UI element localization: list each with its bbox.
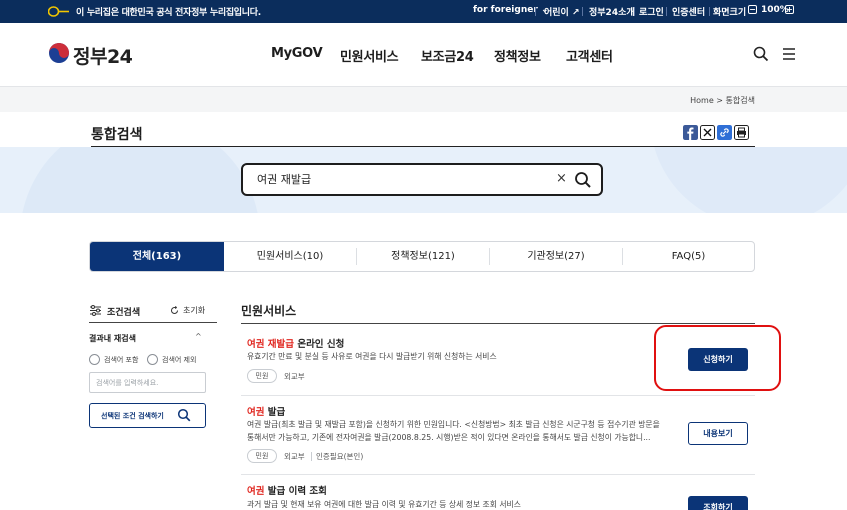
page-title: 통합검색	[91, 127, 143, 143]
reset-button[interactable]: 초기화	[183, 305, 205, 316]
result-tabs: 전체(163) 민원서비스(10) 정책정보(121) 기관정보(27) FAQ…	[89, 241, 755, 272]
divider	[709, 7, 710, 16]
title-highlight: 여권	[247, 407, 265, 418]
type-chip: 민원	[247, 449, 277, 463]
filter-sliders-icon	[90, 305, 101, 316]
breadcrumb-current: 통합검색	[725, 96, 755, 105]
gov-banner-text: 이 누리집은 대한민국 공식 전자정부 누리집입니다.	[76, 8, 261, 18]
result-description: 과거 발급 및 현재 보유 여권에 대한 발급 이력 및 유효기간 등 상세 정…	[247, 500, 521, 509]
radio-include[interactable]	[89, 354, 100, 365]
inquiry-button[interactable]: 조회하기	[688, 496, 748, 510]
result-divider	[241, 474, 755, 475]
print-icon[interactable]	[734, 125, 749, 140]
agency: 외교부	[284, 372, 305, 381]
re-search-label: 결과내 재검색	[89, 334, 136, 343]
tab-faq[interactable]: FAQ(5)	[623, 242, 754, 271]
divider	[582, 7, 583, 16]
radio-include-label[interactable]: 검색어 포함	[104, 355, 138, 365]
title-highlight: 여권 재발급	[247, 339, 295, 350]
search-input[interactable]	[257, 172, 547, 185]
result-title[interactable]: 여권 발급 이력 조회	[247, 483, 327, 497]
auth-required: 인증필요(본인)	[316, 452, 364, 461]
taeguk-gov-icon	[48, 6, 69, 17]
for-foreigner-link[interactable]: for foreigner ⌄	[473, 5, 548, 15]
search-box: ×	[241, 163, 603, 196]
re-search-input[interactable]	[89, 372, 206, 393]
breadcrumb-separator: >	[716, 96, 723, 105]
link-copy-icon[interactable]	[717, 125, 732, 140]
facebook-icon[interactable]	[683, 125, 698, 140]
nav-policy-info[interactable]: 정책정보	[494, 46, 541, 65]
nav-customer-center[interactable]: 고객센터	[566, 46, 613, 65]
divider	[535, 7, 536, 16]
breadcrumb: Home > 통합검색	[690, 95, 755, 106]
tab-policy-info[interactable]: 정책정보(121)	[357, 242, 489, 271]
login-link[interactable]: 로그인	[639, 5, 664, 18]
search-icon[interactable]	[753, 46, 769, 62]
title-highlight: 여권	[247, 486, 265, 497]
type-chip: 민원	[247, 369, 277, 383]
chevron-up-icon[interactable]: ^	[195, 332, 202, 341]
tab-civil-service[interactable]: 민원서비스(10)	[224, 242, 356, 271]
external-link-icon: ↗	[571, 8, 580, 18]
breadcrumb-home[interactable]: Home	[690, 96, 714, 105]
agency: 외교부	[284, 452, 305, 461]
kids-link[interactable]: 어린이 ↗	[544, 5, 580, 18]
zoom-minus-button[interactable]: −	[748, 5, 757, 15]
divider	[634, 7, 635, 16]
result-description: 여권 발급(최초 발급 및 재발급 포함)을 신청하기 위한 민원입니다. <신…	[247, 420, 660, 429]
search-icon	[177, 408, 191, 422]
site-header: 정부24 MyGOV 민원서비스 보조금24 정책정보 고객센터	[0, 23, 847, 86]
nav-subsidy24[interactable]: 보조금24	[421, 46, 474, 65]
gov-banner: 이 누리집은 대한민국 공식 전자정부 누리집입니다. for foreigne…	[0, 0, 847, 23]
radio-exclude-label[interactable]: 검색어 제외	[162, 355, 196, 365]
result-divider	[241, 395, 755, 396]
tab-all[interactable]: 전체(163)	[90, 242, 224, 271]
about-link[interactable]: 정부24소개	[589, 5, 635, 18]
title-rest: 발급 이력 조회	[264, 486, 327, 497]
taeguk-logo-icon[interactable]	[48, 42, 70, 64]
meta-divider	[311, 452, 312, 461]
tab-agency-info[interactable]: 기관정보(27)	[490, 242, 622, 271]
title-rest: 발급	[264, 407, 286, 418]
section-title: 민원서비스	[241, 304, 297, 318]
breadcrumb-band: Home > 통합검색	[0, 86, 847, 112]
search-submit-icon[interactable]	[574, 171, 592, 189]
sidebar-divider	[89, 322, 217, 323]
clear-icon[interactable]: ×	[556, 171, 567, 186]
zoom-plus-button[interactable]: +	[785, 5, 794, 15]
radio-exclude[interactable]	[147, 354, 158, 365]
cert-center-link[interactable]: 인증센터	[672, 5, 705, 18]
result-description: 유효기간 만료 및 분실 등 사유로 여권을 다시 발급받기 위해 신청하는 서…	[247, 352, 497, 361]
menu-icon[interactable]	[781, 46, 797, 62]
result-title[interactable]: 여권 발급	[247, 404, 285, 418]
result-description-line2: 통해서만 가능하고, 기존에 전자여권을 발급(2008.8.25. 시행)받은…	[247, 433, 651, 442]
apply-button[interactable]: 신청하기	[688, 348, 748, 371]
divider	[666, 7, 667, 16]
title-rest: 온라인 신청	[294, 339, 345, 350]
section-divider	[241, 323, 755, 324]
view-details-button[interactable]: 내용보기	[688, 422, 748, 445]
reset-icon[interactable]	[170, 306, 179, 315]
condition-search-title: 조건검색	[107, 308, 141, 318]
site-logo-text[interactable]: 정부24	[73, 42, 133, 69]
screen-size-label: 화면크기	[713, 8, 747, 18]
result-title[interactable]: 여권 재발급 온라인 신청	[247, 336, 344, 350]
x-twitter-icon[interactable]	[700, 125, 715, 140]
nav-civil-service[interactable]: 민원서비스	[340, 46, 399, 65]
nav-mygov[interactable]: MyGOV	[271, 46, 323, 61]
